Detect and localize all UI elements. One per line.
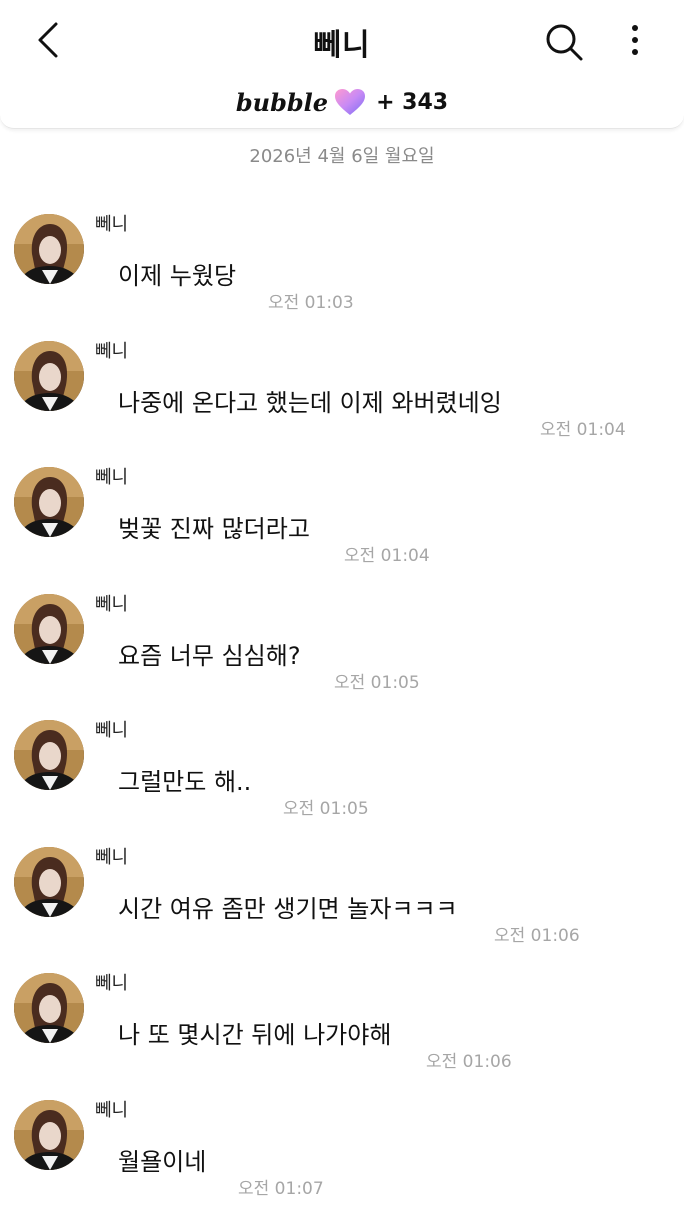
sender-name: 뻬니 <box>95 214 129 235</box>
search-button[interactable] <box>542 20 586 64</box>
avatar[interactable] <box>14 973 84 1043</box>
more-vertical-icon <box>632 25 638 55</box>
message-row: 뻬니요즘 너무 심심해? 오전 01:05 <box>0 593 684 720</box>
message-text[interactable]: 이제 누웠당 <box>118 256 236 291</box>
message-text[interactable]: 벚꽃 진짜 많더라고 <box>118 509 310 544</box>
search-icon <box>546 24 583 61</box>
sender-name: 뻬니 <box>95 593 129 615</box>
sender-name: 뻬니 <box>95 973 129 994</box>
message-text[interactable]: 나중에 온다고 했는데 이제 와버렸네잉 <box>118 383 502 418</box>
message-time: 오전 01:05 <box>283 799 369 819</box>
message-text[interactable]: 시간 여유 좀만 생기면 놀자ㅋㅋㅋ <box>118 889 458 924</box>
message-time: 오전 01:06 <box>426 1052 512 1072</box>
sender-name: 뻬니 <box>95 846 129 868</box>
heart-icon <box>335 89 366 115</box>
message-time: 오전 01:04 <box>540 419 626 440</box>
date-divider: 2026년 4월 6일 월요일 <box>249 146 435 167</box>
message-time: 오전 01:03 <box>268 293 354 313</box>
message-time: 오전 01:05 <box>334 672 420 693</box>
avatar[interactable] <box>14 467 84 537</box>
message-time: 오전 01:07 <box>238 1178 324 1199</box>
avatar[interactable] <box>14 214 84 284</box>
message-time: 오전 01:04 <box>344 546 430 566</box>
sender-name: 뻬니 <box>95 1099 129 1121</box>
sender-name: 뻬니 <box>95 340 129 362</box>
avatar[interactable] <box>14 340 84 411</box>
bubble-badge: bubble + 343 <box>0 84 684 120</box>
message-text[interactable]: 요즘 너무 심심해? <box>118 636 301 671</box>
message-text[interactable]: 그럴만도 해.. <box>118 762 251 797</box>
message-text[interactable]: 월욜이네 <box>118 1142 206 1177</box>
message-row: 뻬니나 또 몇시간 뒤에 나가야해오전 01:06 <box>0 973 684 1099</box>
chat-header: 뻬니 bubble + 343 <box>0 0 684 129</box>
message-row: 뻬니벚꽃 진짜 많더라고오전 01:04 <box>0 467 684 593</box>
message-row: 뻬니나중에 온다고 했는데 이제 와버렸네잉오전 01:04 <box>0 340 684 467</box>
message-row: 뻬니월욜이네오전 01:07 <box>0 1099 684 1226</box>
message-time: 오전 01:06 <box>494 925 580 946</box>
sender-name: 뻬니 <box>95 467 129 488</box>
avatar[interactable] <box>14 593 84 664</box>
more-options-button[interactable] <box>620 20 650 64</box>
message-row: 뻬니이제 누웠당오전 01:03 <box>0 214 684 340</box>
bubble-count: + 343 <box>376 89 449 115</box>
avatar[interactable] <box>14 846 84 917</box>
message-row: 뻬니그럴만도 해.. 오전 01:05 <box>0 720 684 846</box>
message-row: 뻬니시간 여유 좀만 생기면 놀자ㅋㅋㅋ 오전 01:06 <box>0 846 684 973</box>
message-text[interactable]: 나 또 몇시간 뒤에 나가야해 <box>118 1015 391 1050</box>
avatar[interactable] <box>14 1099 84 1170</box>
bubble-logo: bubble <box>235 87 329 117</box>
avatar[interactable] <box>14 720 84 790</box>
sender-name: 뻬니 <box>95 720 129 741</box>
